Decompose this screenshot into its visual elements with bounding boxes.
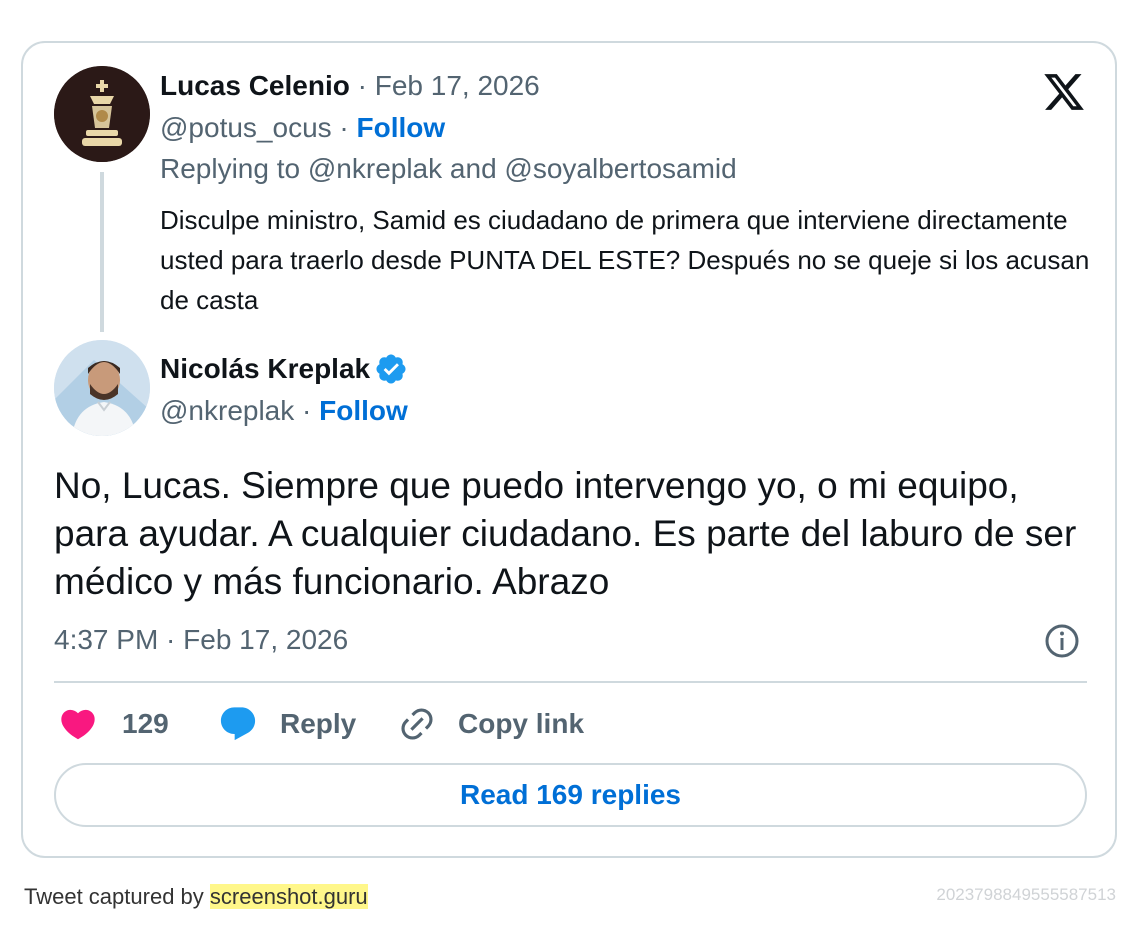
- tweet-id: 2023798849555587513: [936, 885, 1116, 904]
- parent-tweet-text: Disculpe ministro, Samid es ciudadano de…: [160, 205, 1090, 315]
- replying-to-line: Replying to @nkreplak and @soyalbertosam…: [160, 151, 737, 187]
- link-icon: [401, 708, 433, 740]
- like-button[interactable]: 129: [58, 704, 169, 744]
- parent-handle-row: @potus_ocus · Follow: [160, 110, 445, 146]
- separator-dot: ·: [302, 395, 320, 426]
- main-author-name[interactable]: Nicolás Kreplak: [160, 351, 370, 387]
- replying-user-link[interactable]: @soyalbertosamid: [504, 153, 736, 184]
- replying-joiner: and: [449, 153, 497, 184]
- parent-tweet-header: Lucas Celenio · Feb 17, 2026: [160, 68, 540, 104]
- main-tweet-timestamp[interactable]: 4:37 PM · Feb 17, 2026: [54, 622, 348, 658]
- main-handle-row: @nkreplak · Follow: [160, 393, 408, 429]
- avatar-lucas-celenio[interactable]: [54, 66, 150, 162]
- divider: [54, 681, 1087, 683]
- separator-dot: ·: [357, 70, 375, 101]
- reply-label: Reply: [280, 708, 357, 739]
- person-photo-icon: [54, 340, 150, 436]
- follow-main-button[interactable]: Follow: [319, 395, 408, 426]
- like-count: 129: [122, 708, 169, 739]
- speech-bubble-icon: [220, 707, 256, 741]
- follow-parent-button[interactable]: Follow: [357, 112, 446, 143]
- replying-to-label: Replying to: [160, 153, 301, 184]
- x-logo-icon[interactable]: [1041, 70, 1087, 114]
- reply-button[interactable]: Reply: [218, 704, 356, 744]
- main-tweet-text: No, Lucas. Siempre que puedo intervengo …: [54, 465, 1077, 602]
- avatar-nicolas-kreplak[interactable]: [54, 340, 150, 436]
- info-icon[interactable]: [1044, 623, 1080, 659]
- capture-credit-prefix: Tweet captured by: [24, 884, 204, 909]
- copy-link-label: Copy link: [458, 708, 585, 739]
- parent-tweet-date[interactable]: Feb 17, 2026: [375, 70, 540, 101]
- replying-user-link[interactable]: @nkreplak: [308, 153, 442, 184]
- read-replies-button[interactable]: Read 169 replies: [54, 763, 1087, 827]
- capture-site-link[interactable]: screenshot.guru: [209, 884, 368, 909]
- parent-author-handle[interactable]: @potus_ocus: [160, 112, 332, 143]
- heart-icon: [61, 709, 95, 740]
- parent-author-name[interactable]: Lucas Celenio: [160, 70, 350, 101]
- tweet-card: Lucas Celenio · Feb 17, 2026 @potus_ocus…: [21, 41, 1117, 858]
- main-author-handle[interactable]: @nkreplak: [160, 395, 294, 426]
- copy-link-button[interactable]: Copy link: [398, 704, 584, 744]
- capture-credit: Tweet captured by screenshot.guru: [24, 883, 368, 911]
- separator-dot: ·: [339, 112, 357, 143]
- chess-king-icon: [54, 66, 150, 162]
- main-tweet-header: Nicolás Kreplak: [160, 351, 408, 387]
- thread-connector-line: [100, 172, 104, 332]
- verified-badge-icon: [376, 354, 406, 384]
